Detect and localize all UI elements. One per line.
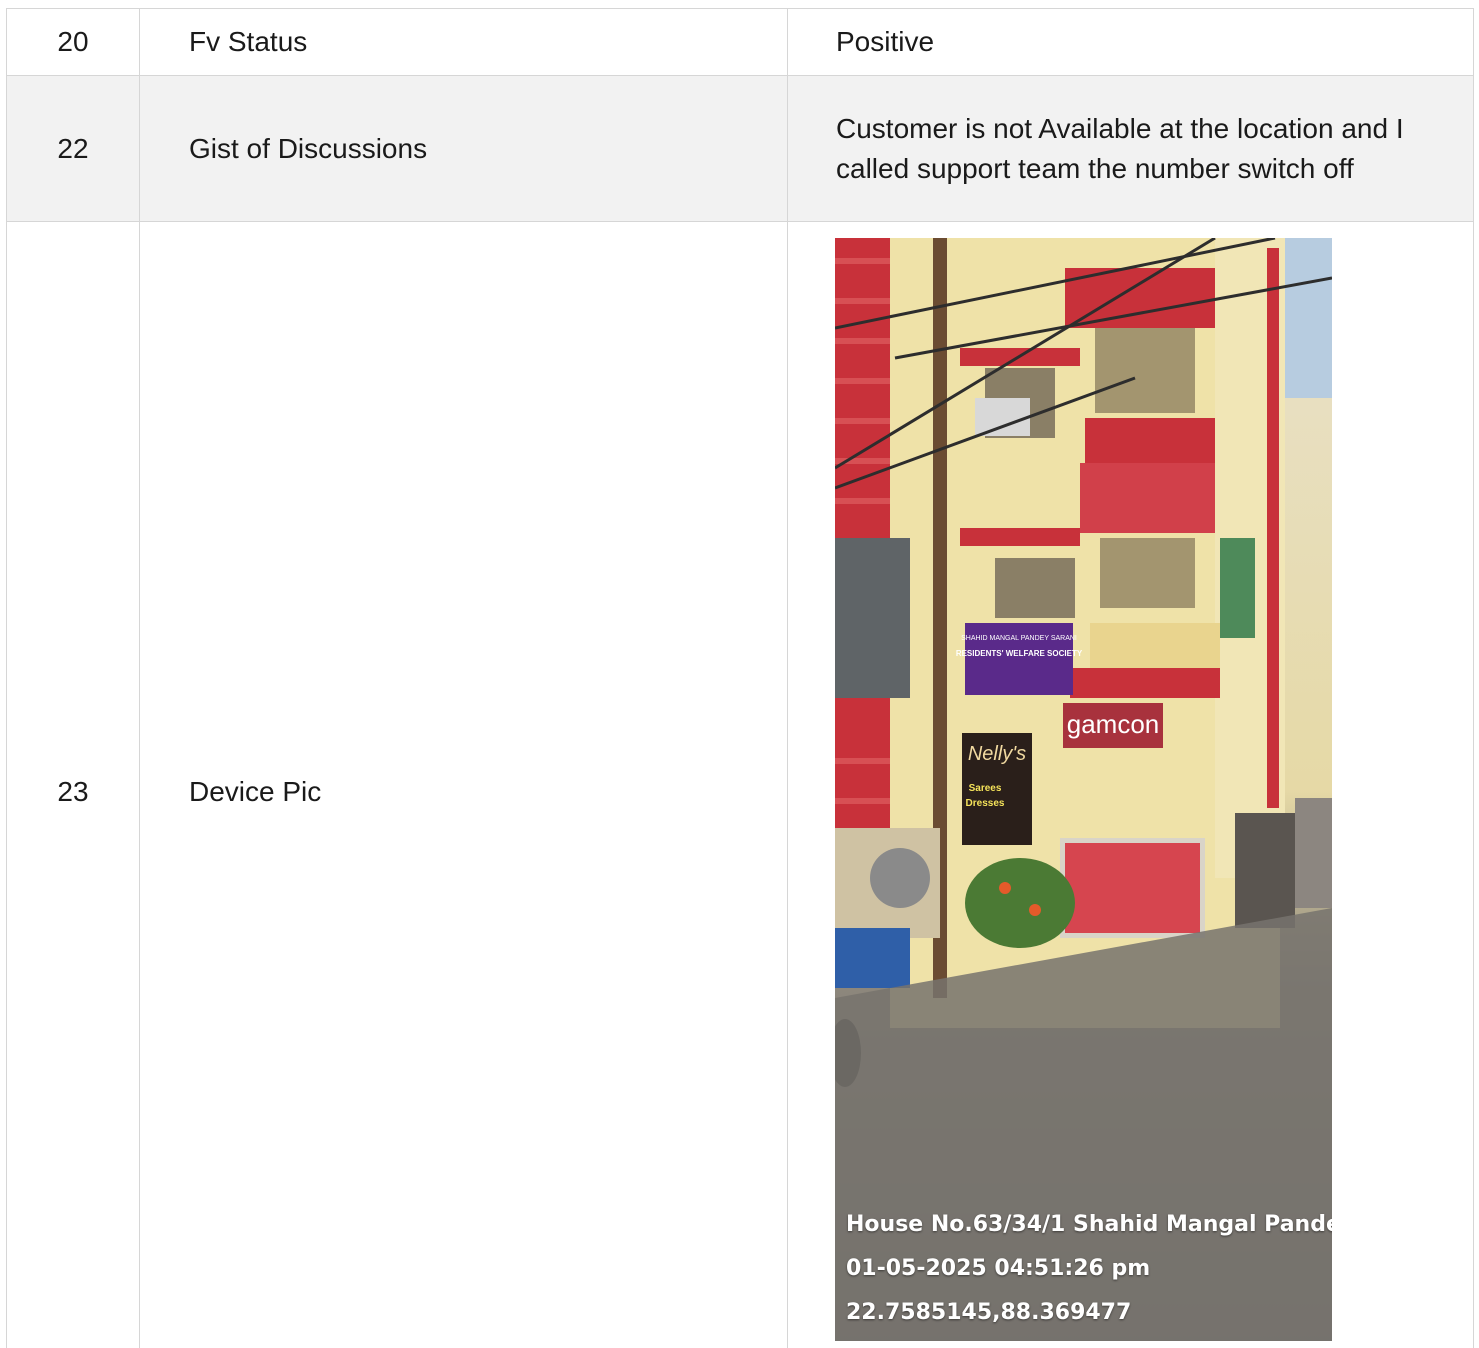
photo-datetime: 01-05-2025 04:51:26 pm: [846, 1256, 1151, 1281]
photo-address: House No.63/34/1 Shahid Mangal Pandey: [846, 1212, 1332, 1237]
device-pic-cell: SHAHID MANGAL PANDEY SARANI RESIDENTS' W…: [787, 221, 1474, 1348]
device-photo: SHAHID MANGAL PANDEY SARANI RESIDENTS' W…: [835, 238, 1332, 1341]
field-label: Device Pic: [139, 221, 788, 1348]
building-photo-illustration: SHAHID MANGAL PANDEY SARANI RESIDENTS' W…: [835, 238, 1332, 1341]
field-value: Positive: [787, 8, 1474, 76]
society-sign-top: SHAHID MANGAL PANDEY SARANI: [961, 635, 1077, 642]
photo-coordinates: 22.7585145,88.369477: [846, 1300, 1132, 1325]
row-number: 23: [6, 221, 140, 1348]
boutique-sub2: Dresses: [966, 798, 1005, 809]
society-sign: RESIDENTS' WELFARE SOCIETY: [956, 649, 1083, 658]
field-label: Fv Status: [139, 8, 788, 76]
table-row: 20 Fv Status Positive: [6, 8, 1474, 76]
field-label: Gist of Discussions: [139, 75, 788, 222]
row-number: 22: [6, 75, 140, 222]
boutique-sub1: Sarees: [969, 783, 1002, 794]
boutique-sign: Nelly's: [968, 743, 1026, 765]
report-table: 20 Fv Status Positive 22 Gist of Discuss…: [6, 8, 1474, 1348]
table-row: 22 Gist of Discussions Customer is not A…: [6, 75, 1474, 222]
field-value: Customer is not Available at the locatio…: [787, 75, 1474, 222]
photo-stamp: House No.63/34/1 Shahid Mangal Pandey 01…: [846, 1203, 1332, 1335]
row-number: 20: [6, 8, 140, 76]
shop-sign: gamcon: [1067, 709, 1160, 739]
table-row: 23 Device Pic SHAHID MANGAL PANDEY SARAN…: [6, 221, 1474, 1348]
